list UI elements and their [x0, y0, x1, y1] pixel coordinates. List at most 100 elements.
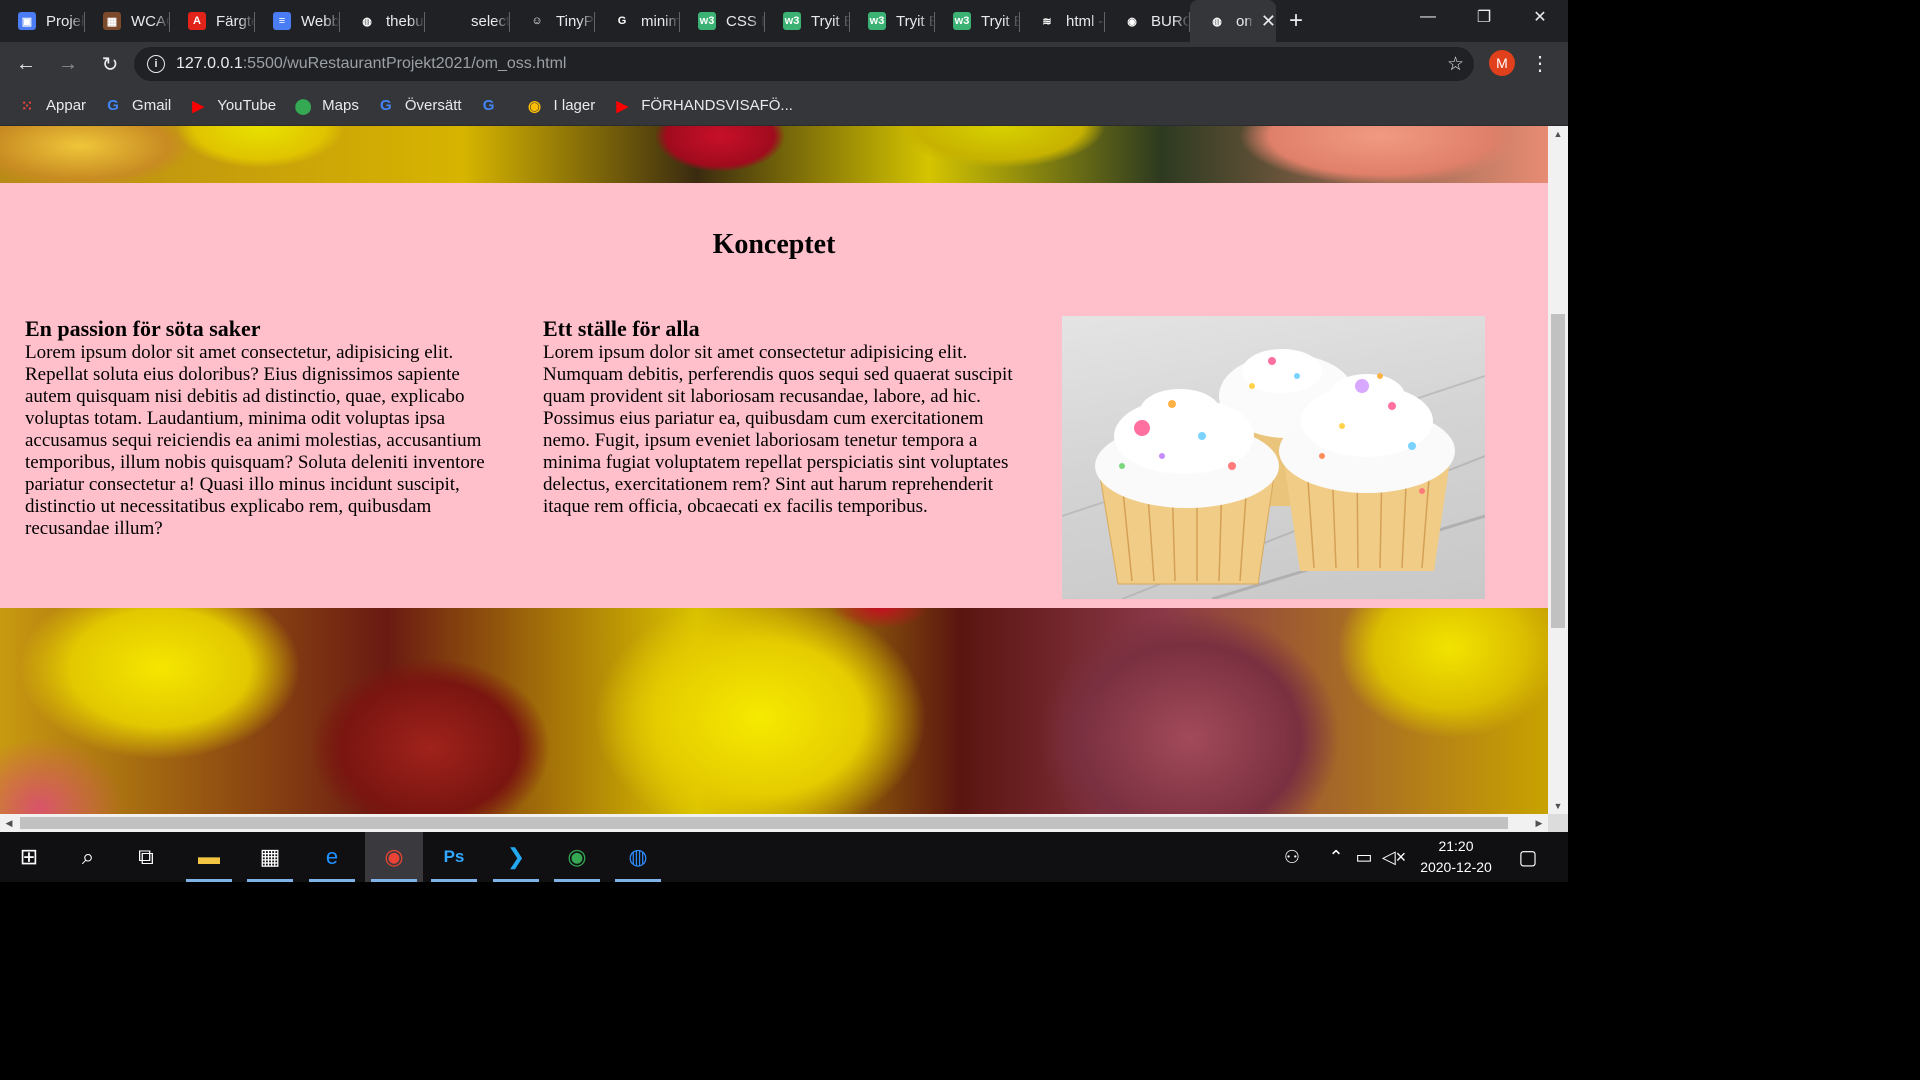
bookmark-item[interactable]: ⁙ Appar [18, 97, 86, 115]
bookmark-item[interactable]: ▶ YouTube [189, 97, 276, 115]
firefox-icon[interactable]: ◍ [609, 832, 667, 882]
restore-button[interactable]: ❐ [1456, 0, 1512, 34]
edge-icon[interactable]: e [303, 832, 361, 882]
tab[interactable]: ◉ BURGER KING [1105, 4, 1190, 38]
vscode-icon[interactable]: ❯ [487, 832, 545, 882]
tab[interactable]: ▣ Projekt [0, 4, 85, 38]
task-view-icon[interactable]: ⧉ [117, 832, 175, 882]
search-icon[interactable]: ⌕ [59, 832, 117, 882]
tab[interactable]: ◍ thebuttonmaker [340, 4, 425, 38]
tab[interactable]: ≡ Webbdesign [255, 4, 340, 38]
chrome-icon[interactable]: ◉ [365, 832, 423, 882]
scroll-up-icon[interactable]: ▲ [1548, 126, 1568, 142]
bookmark-label: FÖRHANDSVISAFÖ... [641, 97, 793, 114]
tab-title: Webbdesign [301, 12, 340, 30]
url-host: 127.0.0.1 [176, 55, 243, 72]
tab-favicon-icon: G [613, 12, 631, 30]
bookmark-item[interactable]: ▶ FÖRHANDSVISAFÖ... [613, 97, 793, 115]
reload-button[interactable]: ↻ [91, 48, 129, 80]
tab-title: thebuttonmaker [386, 12, 425, 30]
tab[interactable]: w3 Tryit Editor [765, 4, 850, 38]
tab-title: Projekt [46, 12, 85, 30]
column-heading: En passion för söta saker [25, 316, 261, 341]
chrome-icon: ◉ [527, 97, 542, 115]
url-text[interactable]: 127.0.0.1:5500/wuRestaurantProjekt2021/o… [176, 55, 566, 73]
bookmark-star-icon[interactable]: ☆ [1447, 53, 1464, 76]
new-tab-button[interactable]: + [1276, 4, 1316, 38]
tab-favicon-icon: ≡ [273, 12, 291, 30]
maps-pin-icon: ⬤ [294, 97, 312, 115]
site-info-icon[interactable]: i [147, 55, 165, 73]
tab-active[interactable]: ◍ om oss ✕ [1190, 0, 1276, 42]
tab[interactable]: Gminimize [595, 4, 680, 38]
windows-taskbar: 21:20 2020-12-20 ▢ ⊞ ⌕ ⧉ ▬ ▦ e ◉ Ps ❯ ◉ ◍ ⚇ ⌃ ▭ ◁× [0, 832, 1568, 882]
concept-section: Konceptet En passion för söta saker Lore… [0, 183, 1548, 608]
cupcakes-photo [1062, 316, 1485, 599]
address-bar[interactable]: i 127.0.0.1:5500/wuRestaurantProjekt2021… [134, 47, 1474, 81]
bookmark-item[interactable]: G Gmail [104, 97, 171, 115]
tabs: ▣ Projekt ▦ WCAG A Färgtema ≡ Webbdesign ◍ thebut… [0, 4, 1190, 42]
tab-title: html - Stack Overflow [1066, 12, 1105, 30]
bookmarks-bar: ⁙ Appar G Gmail ▶ YouTube ⬤ Maps G Översätt G ◉ I la… [0, 86, 1568, 126]
clock-date: 2020-12-20 [1420, 859, 1492, 875]
tab[interactable]: ☺ TinyPNG [510, 4, 595, 38]
bookmark-item[interactable]: ⬤ Maps [294, 97, 359, 115]
bookmark-label: Appar [46, 97, 87, 114]
tab[interactable]: A Färgtema [170, 4, 255, 38]
windows-start-icon[interactable]: ⊞ [0, 832, 58, 882]
horizontal-scroll-thumb[interactable] [20, 817, 1508, 829]
profile-avatar[interactable]: M [1489, 50, 1515, 76]
tab-title: TinyPNG [556, 12, 595, 30]
taskbar-clock[interactable]: 21:20 2020-12-20 [1410, 836, 1502, 878]
tab-favicon-icon: ▦ [103, 12, 121, 30]
horizontal-scrollbar[interactable]: ◀ ▶ [0, 814, 1548, 832]
scroll-left-icon[interactable]: ◀ [0, 814, 18, 832]
tab[interactable]: ≋ html - Stack Overflow [1020, 4, 1105, 38]
tab[interactable]: w3 Tryit Editor [935, 4, 1020, 38]
tab-title: Tryit Editor [811, 12, 850, 30]
tab[interactable]: select [425, 4, 510, 38]
bookmark-item[interactable]: ◉ I lager [526, 97, 595, 115]
vertical-scroll-thumb[interactable] [1551, 314, 1565, 628]
column-passion: En passion för söta saker Lorem ipsum do… [25, 316, 505, 540]
translate-icon: G [380, 97, 392, 114]
photoshop-icon[interactable]: Ps [425, 832, 483, 882]
tab-favicon-icon: w3 [783, 12, 801, 30]
bookmark-label: YouTube [217, 97, 277, 114]
vertical-scrollbar[interactable]: ▲ ▼ [1548, 126, 1568, 814]
close-button[interactable]: ✕ [1512, 0, 1568, 34]
tab-title: BURGER KING [1151, 12, 1190, 30]
youtube-icon: ▶ [616, 97, 628, 115]
youtube-icon: ▶ [192, 97, 204, 115]
back-button[interactable]: ← [7, 48, 45, 80]
forward-button[interactable]: → [49, 48, 87, 80]
google-icon: G [482, 97, 495, 114]
browser-menu-icon[interactable]: ⋮ [1530, 50, 1550, 76]
column-text: Lorem ipsum dolor sit amet consectetur, … [25, 342, 485, 539]
people-icon[interactable]: ⚇ [1278, 832, 1306, 882]
scroll-right-icon[interactable]: ▶ [1530, 814, 1548, 832]
tab-title: Färgtema [216, 12, 255, 30]
bookmark-label: Översätt [404, 97, 462, 114]
volume-muted-icon[interactable]: ◁× [1380, 832, 1408, 882]
tab-favicon-icon: A [188, 12, 206, 30]
minimize-button[interactable]: — [1400, 0, 1456, 34]
tab-close-icon[interactable]: ✕ [1261, 11, 1276, 32]
bookmark-label: Gmail [132, 97, 172, 114]
scroll-down-icon[interactable]: ▼ [1548, 798, 1568, 814]
file-explorer-icon[interactable]: ▬ [180, 832, 238, 882]
hero-image-top [0, 126, 1548, 183]
browser-toolbar: ← → ↻ i 127.0.0.1:5500/wuRestaurantProje… [0, 42, 1568, 86]
notification-center-icon[interactable]: ▢ [1508, 832, 1548, 882]
google-icon: G [107, 97, 119, 114]
bookmark-item[interactable]: G Översätt [377, 97, 462, 115]
tab[interactable]: w3 CSS Inspector [680, 4, 765, 38]
tray-chevron-icon[interactable]: ⌃ [1322, 832, 1350, 882]
chrome-profile-icon[interactable]: ◉ [548, 832, 606, 882]
tab[interactable]: w3 Tryit Editor [850, 4, 935, 38]
battery-icon[interactable]: ▭ [1350, 832, 1378, 882]
tab-favicon-icon: ◉ [1123, 12, 1141, 30]
bookmark-item[interactable]: G [480, 97, 508, 115]
tab[interactable]: ▦ WCAG [85, 4, 170, 38]
microsoft-store-icon[interactable]: ▦ [241, 832, 299, 882]
